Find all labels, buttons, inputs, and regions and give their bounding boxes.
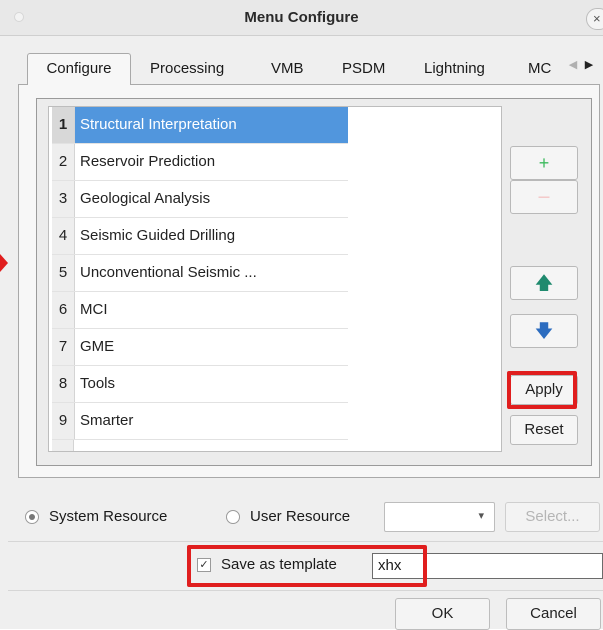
item-number: 6 — [52, 292, 75, 328]
move-down-button[interactable]: 🡇 — [510, 314, 578, 348]
apply-highlight-box — [507, 371, 577, 409]
tab-processing[interactable]: Processing — [150, 57, 224, 81]
list-item[interactable]: 8 Tools — [52, 366, 348, 403]
list-item[interactable]: 2 Reservoir Prediction — [52, 144, 348, 181]
tab-lightning[interactable]: Lightning — [424, 57, 485, 81]
user-resource-label: User Resource — [250, 508, 351, 525]
item-number: 3 — [52, 181, 75, 217]
list-item[interactable]: 9 Smarter — [52, 403, 348, 440]
arrow-down-icon: 🡇 — [534, 321, 554, 341]
list-item[interactable]: 7 GME — [52, 329, 348, 366]
item-label: Geological Analysis — [80, 190, 211, 207]
item-label: MCI — [80, 301, 108, 318]
red-arrow-indicator — [0, 254, 8, 272]
select-button[interactable]: Select... — [505, 502, 600, 532]
item-label: GME — [80, 338, 115, 355]
tab-scroll-right-icon[interactable]: ▶ — [583, 55, 595, 75]
item-number: 1 — [52, 107, 75, 143]
chevron-down-icon: ▾ — [478, 510, 484, 522]
list-item[interactable]: 5 Unconventional Seismic ... — [52, 255, 348, 292]
tab-scroll-left-icon[interactable]: ◀ — [567, 55, 579, 75]
plus-icon: + — [538, 153, 550, 173]
item-label: Smarter — [80, 412, 134, 429]
tab-psdm[interactable]: PSDM — [342, 57, 385, 81]
user-resource-radio[interactable] — [226, 510, 240, 524]
item-number: 9 — [52, 403, 75, 439]
system-resource-label: System Resource — [49, 508, 168, 525]
minus-icon: — — [538, 191, 550, 203]
divider — [8, 541, 603, 542]
item-number: 8 — [52, 366, 75, 402]
tab-configure[interactable]: Configure — [27, 53, 131, 85]
add-button[interactable]: + — [510, 146, 578, 180]
tab-vmb[interactable]: VMB — [271, 57, 304, 81]
item-number: 5 — [52, 255, 75, 291]
reset-button[interactable]: Reset — [510, 415, 578, 445]
item-label: Structural Interpretation — [80, 116, 237, 133]
list-item[interactable]: 4 Seismic Guided Drilling — [52, 218, 348, 255]
item-label: Seismic Guided Drilling — [80, 227, 236, 244]
arrow-up-icon: 🡅 — [534, 273, 554, 293]
item-label: Unconventional Seismic ... — [80, 264, 257, 281]
window-title: Menu Configure — [244, 9, 359, 26]
remove-button[interactable]: — — [510, 180, 578, 214]
list-item[interactable]: 1 Structural Interpretation — [52, 107, 348, 144]
tab-mc[interactable]: MC — [528, 57, 551, 81]
system-resource-radio[interactable] — [25, 510, 39, 524]
close-button[interactable]: × — [586, 8, 603, 30]
cancel-button[interactable]: Cancel — [506, 598, 601, 630]
divider — [8, 590, 603, 591]
list-gutter — [52, 440, 74, 451]
item-label: Reservoir Prediction — [80, 153, 216, 170]
close-icon: × — [593, 11, 601, 26]
ok-button[interactable]: OK — [395, 598, 490, 630]
move-up-button[interactable]: 🡅 — [510, 266, 578, 300]
item-label: Tools — [80, 375, 116, 392]
list-item[interactable]: 3 Geological Analysis — [52, 181, 348, 218]
item-number: 4 — [52, 218, 75, 254]
list-item[interactable]: 6 MCI — [52, 292, 348, 329]
item-number: 2 — [52, 144, 75, 180]
item-number: 7 — [52, 329, 75, 365]
resource-dropdown[interactable]: ▾ — [384, 502, 495, 532]
template-highlight-box — [187, 545, 427, 587]
